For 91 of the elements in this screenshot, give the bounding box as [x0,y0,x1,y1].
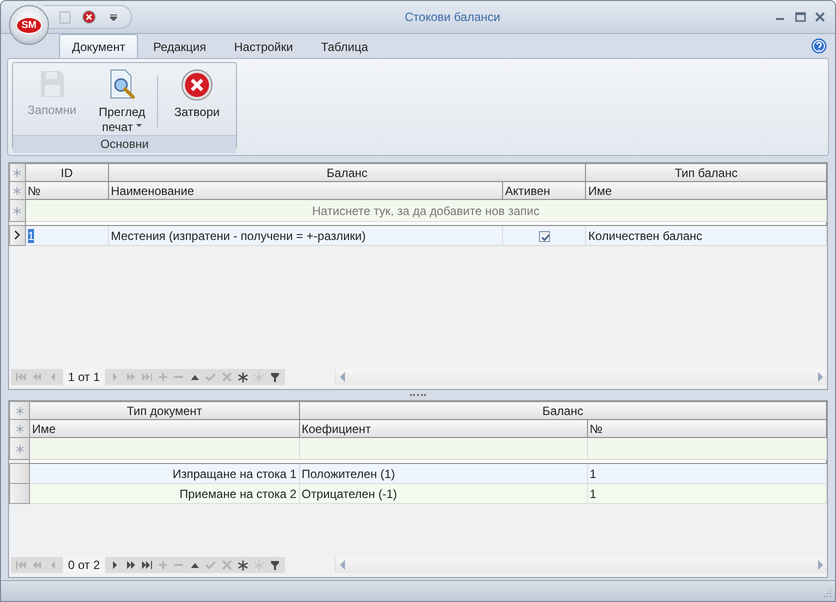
maximize-button[interactable] [793,10,807,24]
record-position: 1 от 1 [63,369,105,385]
check-icon [205,561,216,569]
ribbon-tab[interactable]: Таблица [308,34,382,58]
help-button[interactable] [811,38,827,54]
table-cell: Количествен баланс [586,226,826,246]
up-arrow-icon [190,562,199,568]
check-icon [205,373,216,381]
cross-icon [222,560,232,570]
table-cell: Положителен (1) [299,464,588,484]
asterisk-icon [254,560,264,570]
help-icon [811,38,827,54]
asterisk-icon [254,372,264,382]
table-cell: 1 [25,226,108,246]
band-header[interactable]: Баланс [299,402,826,420]
column-header[interactable]: Активен [502,182,586,200]
table-cell: Местения (изпратени - получени = +-разлики) [108,226,503,246]
ribbon-tab[interactable]: Документ [59,34,138,58]
double-left-arrow-icon [33,373,41,381]
last-record-icon [142,561,152,569]
close-button[interactable] [813,10,827,24]
up-arrow-icon [190,374,199,380]
table-cell: Приемане на стока 2 [30,484,300,504]
right-arrow-icon [112,373,117,381]
plus-icon [158,561,167,569]
scroll-left-icon[interactable] [340,372,346,382]
group-label: Основни [13,135,236,153]
record-position: 0 от 2 [63,557,105,573]
band-header[interactable]: Тип баланс [586,164,826,182]
table-cell: 1 [587,484,826,504]
plus-icon [158,373,167,381]
new-row-cell[interactable] [30,438,300,460]
asterisk-icon [16,406,24,414]
scroll-right-icon[interactable] [817,372,823,382]
new-row-cell[interactable] [299,438,588,460]
asterisk-icon [13,186,22,194]
filter-icon [270,372,279,382]
band-header[interactable]: ID [25,164,108,182]
double-right-arrow-icon [126,561,135,569]
horizontal-scrollbar[interactable] [334,557,827,573]
table-cell: 1 [587,464,826,484]
double-right-arrow-icon [126,373,135,381]
column-header[interactable]: Име [30,420,300,438]
first-record-icon [16,561,26,569]
filter-icon [270,560,279,570]
new-row-cell[interactable] [587,438,826,460]
right-arrow-icon [112,561,117,569]
column-header[interactable]: Коефициент [299,420,588,438]
asterisk-icon [13,168,22,176]
minus-icon [174,376,184,378]
double-left-arrow-icon [33,561,41,569]
asterisk-icon [238,560,248,570]
app-menu-button[interactable]: SM [9,5,49,45]
scroll-right-icon[interactable] [817,560,823,570]
column-header[interactable]: Наименование [108,182,503,200]
ribbon-tab[interactable]: Редакция [140,34,220,58]
asterisk-icon [13,206,22,214]
resize-grip-icon[interactable] [822,588,832,598]
table-cell: Изпращане на стока 1 [30,464,300,484]
asterisk-icon [16,424,24,432]
window-title: Стокови баланси [404,10,500,24]
column-header[interactable]: Име [586,182,826,200]
checkbox[interactable] [538,230,550,242]
checkmark-icon [540,232,551,243]
close-icon [181,69,213,101]
asterisk-icon [16,444,24,452]
scroll-left-icon[interactable] [340,560,346,570]
left-arrow-icon [51,561,55,569]
column-header[interactable]: № [587,420,826,438]
row-indicator[interactable] [10,226,26,246]
new-row-hint[interactable]: Натиснете тук, за да добавите нов запис [25,200,826,222]
ribbon-button[interactable]: Затвори [160,65,234,120]
minus-icon [174,564,184,566]
quick-access-button[interactable] [81,9,97,25]
current-row-icon [14,230,21,240]
table-cell: Отрицателен (-1) [299,484,588,504]
asterisk-icon [238,372,248,382]
ribbon-tab[interactable]: Настройки [221,34,306,58]
close-icon [815,12,825,22]
first-record-icon [16,373,26,381]
close-icon [82,10,96,24]
ribbon-button[interactable]: Преглед печат [89,65,155,135]
cross-icon [222,372,232,382]
caret-icon [110,14,116,20]
column-header[interactable]: № [25,182,108,200]
left-arrow-icon [51,373,55,381]
horizontal-scrollbar[interactable] [334,369,827,385]
last-record-icon [142,373,152,381]
maximize-icon [794,12,806,22]
band-header[interactable]: Баланс [108,164,586,182]
band-header[interactable]: Тип документ [30,402,300,420]
